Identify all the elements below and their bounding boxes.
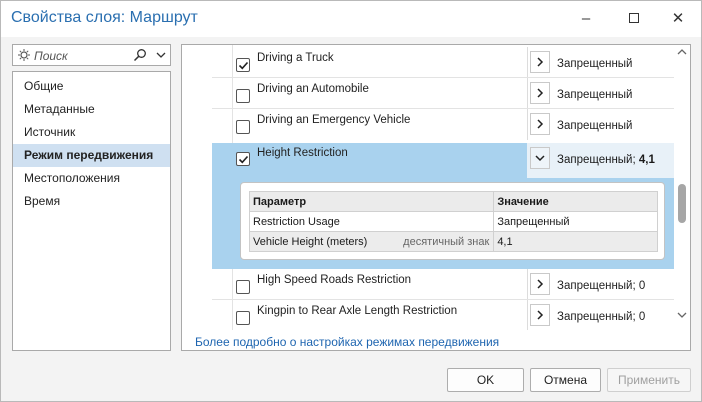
parameters-card: Параметр Значение Restriction Usage Запр… [240,182,665,260]
restriction-name: Kingpin to Rear Axle Length Restriction [257,305,458,317]
sidebar-item-time[interactable]: Время [13,190,170,213]
restriction-row[interactable]: High Speed Roads Restriction Запрещенный… [212,269,674,300]
restriction-name: Height Restriction [257,147,348,159]
sidebar-item-general[interactable]: Общие [13,75,170,98]
search-placeholder[interactable]: Поиск [34,49,68,63]
learn-more-link[interactable]: Более подробно о настройках режимах пере… [195,335,499,349]
restriction-value: Запрещенный; 4,1 [557,154,655,166]
value-column-header: Значение [493,191,658,212]
expand-button[interactable] [530,273,550,295]
sidebar-item-locations[interactable]: Местоположения [13,167,170,190]
restriction-value: Запрещенный [557,89,633,101]
column-divider [527,78,528,109]
restriction-row-selected[interactable]: Height Restriction Запрещенный; 4,1 [212,143,674,178]
param-name-text: Restriction Usage [253,215,340,228]
column-divider [527,47,528,78]
chevron-right-icon [537,88,544,98]
restriction-checkbox[interactable] [236,152,250,166]
sidebar-item-travel-mode[interactable]: Режим передвижения [13,144,170,167]
sidebar-item-source[interactable]: Источник [13,121,170,144]
checkmark-icon [238,61,249,70]
close-icon: ✕ [671,10,685,27]
restriction-value-number: 4,1 [638,154,655,166]
column-divider [527,109,528,140]
restriction-checkbox[interactable] [236,311,250,325]
chevron-right-icon [537,310,544,320]
minimize-icon: – [581,9,591,27]
param-name-text: Vehicle Height (meters) [253,235,368,248]
restriction-row[interactable]: Driving an Automobile Запрещенный [212,78,674,109]
maximize-button[interactable] [611,1,657,35]
param-column-header: Параметр [248,191,495,212]
restriction-name: High Speed Roads Restriction [257,274,412,286]
table-row[interactable]: Restriction Usage Запрещенный [248,211,658,232]
restriction-checkbox[interactable] [236,89,250,103]
vertical-scrollbar[interactable] [674,45,690,330]
chevron-down-icon [535,155,545,162]
restriction-row[interactable]: Driving an Emergency Vehicle Запрещенный [212,109,674,140]
scroll-up-icon[interactable] [677,48,687,56]
restriction-value: Запрещенный; 0 [557,311,646,323]
title-bar: Свойства слоя: Маршрут – ✕ [1,1,701,37]
restrictions-panel: Driving a Truck Запрещенный Driving an A… [181,44,691,351]
param-value[interactable]: 4,1 [493,231,658,252]
restriction-name: Driving a Truck [257,52,334,64]
apply-button[interactable]: Применить [607,368,691,392]
chevron-right-icon [537,57,544,67]
restriction-name: Driving an Emergency Vehicle [257,114,411,126]
parameters-table: Параметр Значение Restriction Usage Запр… [248,191,658,252]
expand-button[interactable] [530,304,550,326]
expand-button[interactable] [530,113,550,135]
maximize-icon [629,13,639,23]
param-name: Vehicle Height (meters) десятичный знак [248,231,495,252]
chevron-right-icon [537,119,544,129]
checkmark-icon [238,155,249,164]
minimize-button[interactable]: – [563,1,609,35]
restriction-value: Запрещенный [557,120,633,132]
restriction-row[interactable]: Driving a Truck Запрещенный [212,47,674,78]
restrictions-list: Driving a Truck Запрещенный Driving an A… [182,45,674,330]
column-divider [527,300,528,330]
param-value[interactable]: Запрещенный [493,211,658,232]
expand-button[interactable] [530,82,550,104]
restriction-value: Запрещенный; 0 [557,280,646,292]
table-row[interactable]: Vehicle Height (meters) десятичный знак … [248,231,658,252]
restriction-name: Driving an Automobile [257,83,369,95]
restriction-value-text: Запрещенный; [557,154,636,166]
dialog-title: Свойства слоя: Маршрут [11,9,198,26]
sidebar-item-metadata[interactable]: Метаданные [13,98,170,121]
filter-icon [18,49,30,61]
scrollbar-thumb[interactable] [678,184,686,223]
restriction-checkbox[interactable] [236,120,250,134]
expand-button[interactable] [530,51,550,73]
search-icon[interactable] [133,48,147,62]
param-name: Restriction Usage [248,211,495,232]
layer-properties-dialog: Свойства слоя: Маршрут – ✕ Поиск Общие М… [0,0,702,402]
left-panel: Поиск Общие Метаданные Источник Режим пе… [12,44,171,351]
restriction-value: Запрещенный [557,58,633,70]
close-button[interactable]: ✕ [655,1,701,35]
restriction-checkbox[interactable] [236,280,250,294]
restriction-row[interactable]: Kingpin to Rear Axle Length Restriction … [212,300,674,330]
cancel-button[interactable]: Отмена [530,368,601,392]
param-type: десятичный знак [403,236,490,248]
search-box[interactable]: Поиск [12,44,171,66]
chevron-down-icon[interactable] [155,49,167,61]
sidebar-nav: Общие Метаданные Источник Режим передвиж… [12,71,171,351]
scroll-down-icon[interactable] [677,311,687,319]
restriction-checkbox[interactable] [236,58,250,72]
column-divider [527,269,528,300]
ok-button[interactable]: OK [447,368,524,392]
collapse-button[interactable] [530,147,550,169]
chevron-right-icon [537,279,544,289]
